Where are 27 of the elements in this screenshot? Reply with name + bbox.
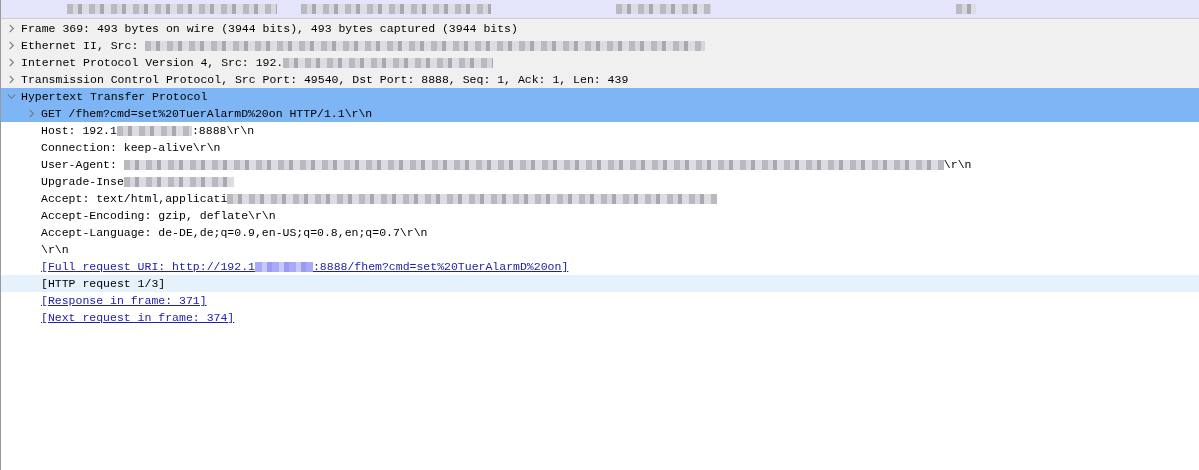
- field-line: \r\n: [41, 243, 69, 256]
- field-line: Accept-Language: de-DE,de;q=0.9,en-US;q=0.8,en;q=0.7\r\n: [41, 226, 428, 239]
- chevron-down-icon[interactable]: [6, 92, 16, 101]
- chevron-right-icon[interactable]: [6, 58, 16, 67]
- chevron-right-icon[interactable]: [6, 24, 16, 33]
- redacted-text: [956, 4, 976, 14]
- field-link[interactable]: [Response in frame: 371]: [41, 294, 207, 307]
- field-line: Connection: keep-alive\r\n: [41, 141, 221, 154]
- field-line: Accept-Encoding: gzip, deflate\r\n: [41, 209, 276, 222]
- redacted-text: [254, 261, 313, 272]
- tree-item-label: Transmission Control Protocol, Src Port: 49540, Dst Port: 8888, Seq: 1, Ack: 1, Len: 439: [21, 73, 629, 86]
- tree-item-label: Ethernet II, Src:: [21, 39, 706, 52]
- packet-list-row[interactable]: [1, 0, 1199, 19]
- chevron-right-icon[interactable]: [26, 109, 36, 118]
- field-link[interactable]: [Next request in frame: 374]: [41, 311, 235, 324]
- tree-item-label: GET /fhem?cmd=set%20TuerAlarmD%20on HTTP/1.1\r\n: [41, 107, 373, 120]
- field-line: Host: 192.1 :8888\r\n: [41, 124, 255, 137]
- field-line: [HTTP request 1/3]: [41, 277, 166, 290]
- field-link[interactable]: [Full request URI: http://192.1 :8888/fhem?cmd=set%20TuerAlarmD%20on]: [41, 260, 569, 273]
- field-line: Accept: text/html,applicati: [41, 192, 718, 205]
- chevron-right-icon[interactable]: [6, 75, 16, 84]
- tree-item-label: Internet Protocol Version 4, Src: 192.: [21, 56, 494, 69]
- tree-item-label: Hypertext Transfer Protocol: [21, 90, 208, 103]
- chevron-right-icon[interactable]: [6, 41, 16, 50]
- field-line: Upgrade-Inse: [41, 175, 234, 188]
- field-line: User-Agent: \r\n: [41, 158, 972, 171]
- tree-item-label: Frame 369: 493 bytes on wire (3944 bits), 493 bytes captured (3944 bits): [21, 22, 518, 35]
